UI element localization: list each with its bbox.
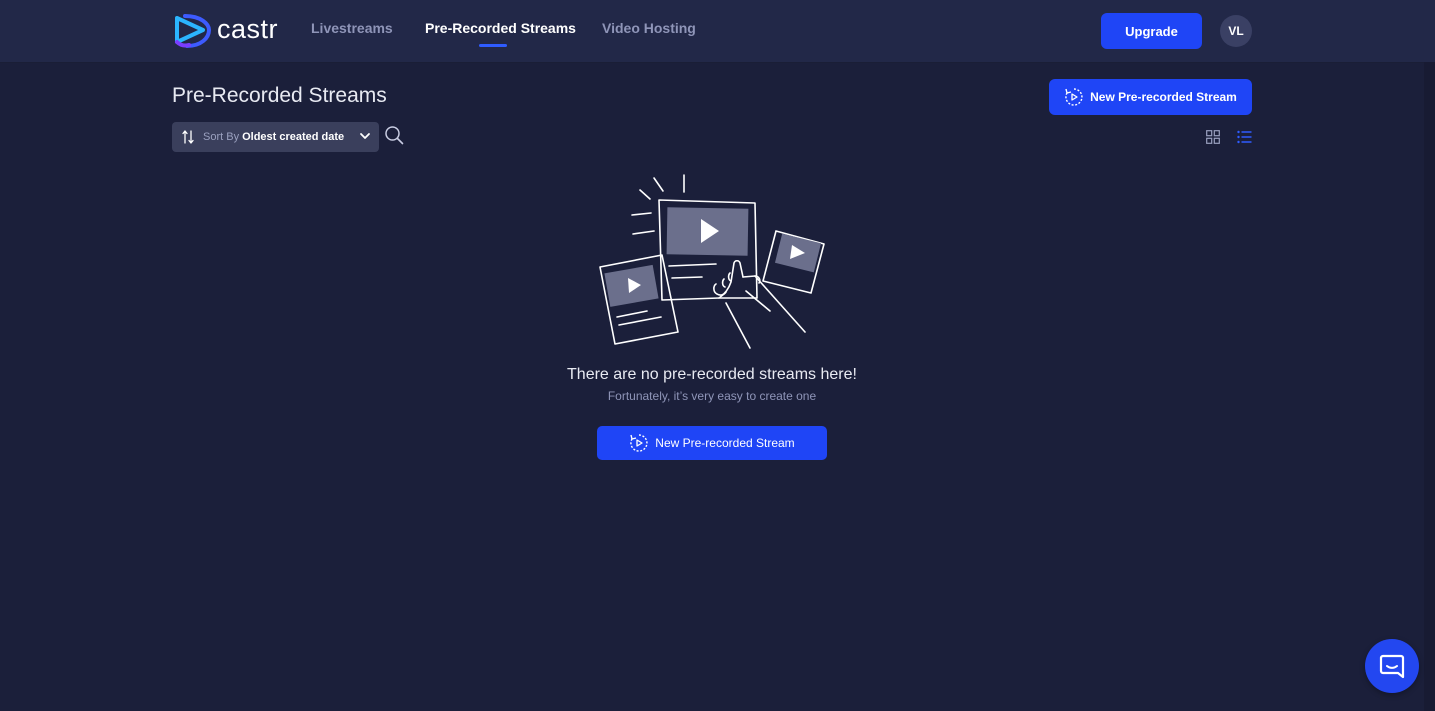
new-stream-button-label: New Pre-recorded Stream: [1090, 90, 1237, 104]
chevron-down-icon: [360, 133, 370, 139]
nav-item-pre-recorded-streams[interactable]: Pre-Recorded Streams: [425, 20, 576, 36]
brand-name: castr: [217, 13, 279, 44]
sort-prefix-label: Sort By: [203, 131, 240, 143]
page-scrollbar[interactable]: [1424, 62, 1435, 711]
active-nav-indicator: [479, 44, 507, 47]
empty-state-title: There are no pre-recorded streams here!: [567, 366, 857, 383]
castr-logo[interactable]: castr: [171, 12, 278, 48]
chat-bubble-icon: [1379, 654, 1405, 679]
page-title: Pre-Recorded Streams: [172, 84, 387, 107]
empty-videos-illustration: [599, 174, 825, 349]
nav-item-video-hosting[interactable]: Video Hosting: [602, 20, 696, 36]
nav-item-livestreams[interactable]: Livestreams: [311, 20, 393, 36]
chat-support-button[interactable]: [1365, 639, 1419, 693]
castr-logo-icon: [175, 14, 211, 48]
empty-state-new-stream-button[interactable]: New Pre-recorded Stream: [597, 426, 827, 460]
upgrade-button[interactable]: Upgrade: [1101, 13, 1202, 49]
top-navigation-bar: castr Livestreams Pre-Recorded Streams V…: [0, 0, 1435, 63]
new-pre-recorded-stream-button[interactable]: New Pre-recorded Stream: [1049, 79, 1252, 115]
replay-play-icon: [1065, 88, 1083, 106]
sort-arrows-icon: [182, 130, 194, 144]
sort-selected-value: Oldest created date: [242, 131, 345, 143]
list-view-icon[interactable]: [1237, 130, 1252, 144]
search-icon[interactable]: [384, 125, 404, 145]
empty-state-button-label: New Pre-recorded Stream: [655, 436, 795, 450]
sort-dropdown[interactable]: Sort By Oldest created date: [172, 122, 379, 152]
replay-play-icon: [630, 434, 648, 452]
user-avatar[interactable]: VL: [1220, 15, 1252, 47]
empty-state-subtitle: Fortunately, it’s very easy to create on…: [607, 389, 817, 403]
grid-view-icon[interactable]: [1206, 130, 1220, 144]
